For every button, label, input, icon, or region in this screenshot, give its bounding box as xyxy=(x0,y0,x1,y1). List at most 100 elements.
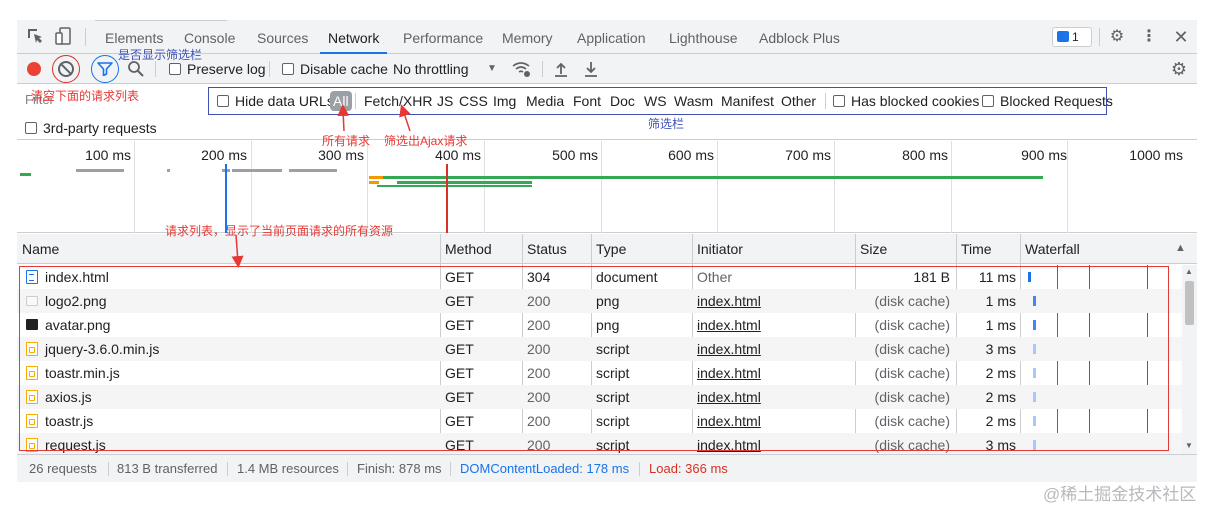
filter-type-all[interactable]: All xyxy=(330,91,352,111)
overview-timeline[interactable]: 100 ms 200 ms 300 ms 400 ms 500 ms 600 m… xyxy=(17,141,1197,233)
column-waterfall[interactable]: Waterfall xyxy=(1020,234,1080,264)
sort-ascending-icon[interactable]: ▲ xyxy=(1175,242,1186,254)
filter-bar: Filter Hide data URLs All Fetch/XHR JS C… xyxy=(17,84,1197,140)
column-size[interactable]: Size xyxy=(855,234,887,264)
filter-type-ws[interactable]: WS xyxy=(644,88,667,114)
overview-segment xyxy=(369,181,379,184)
blocked-requests-label: Blocked Requests xyxy=(1000,93,1113,109)
checkbox-icon xyxy=(169,63,181,75)
filter-type-media[interactable]: Media xyxy=(526,88,564,114)
more-options-icon[interactable]: ⋮ xyxy=(1139,27,1159,47)
disable-cache-checkbox[interactable]: Disable cache xyxy=(282,54,388,84)
annotation-clear-list: 清空下面的请求列表 xyxy=(31,89,140,103)
overview-tick: 700 ms xyxy=(785,147,831,163)
request-list-highlight xyxy=(19,266,1169,451)
scroll-up-icon[interactable]: ▲ xyxy=(1185,267,1193,276)
hide-data-urls-label: Hide data URLs xyxy=(235,93,334,109)
overview-tick: 600 ms xyxy=(668,147,714,163)
column-type[interactable]: Type xyxy=(591,234,626,264)
annotation-filter-toggle: 是否显示筛选栏 xyxy=(118,48,203,62)
filter-type-css[interactable]: CSS xyxy=(459,88,488,114)
has-blocked-cookies-label: Has blocked cookies xyxy=(851,93,980,109)
filter-type-wasm[interactable]: Wasm xyxy=(674,88,713,114)
filter-type-js[interactable]: JS xyxy=(437,88,453,114)
checkbox-icon xyxy=(982,95,994,107)
overview-segment xyxy=(377,185,532,187)
import-har-icon[interactable] xyxy=(554,61,568,77)
tab-memory[interactable]: Memory xyxy=(502,20,553,54)
close-icon[interactable]: ✕ xyxy=(1171,27,1191,47)
export-har-icon[interactable] xyxy=(584,61,598,77)
column-status[interactable]: Status xyxy=(522,234,567,264)
overview-segment xyxy=(76,169,124,172)
device-toolbar-icon[interactable] xyxy=(54,27,74,47)
record-button[interactable] xyxy=(27,62,41,76)
issues-button[interactable]: 1 xyxy=(1052,27,1092,47)
watermark: @稀土掘金技术社区 xyxy=(1043,485,1197,504)
network-settings-gear-icon[interactable]: ⚙ xyxy=(1169,59,1189,79)
tab-application[interactable]: Application xyxy=(577,20,646,54)
third-party-label: 3rd-party requests xyxy=(43,120,157,136)
overview-segment xyxy=(397,181,532,184)
overview-segment xyxy=(369,176,383,179)
filter-type-fetch-xhr[interactable]: Fetch/XHR xyxy=(364,88,432,114)
status-dom-content-loaded: DOMContentLoaded: 178 ms xyxy=(460,461,630,476)
column-initiator[interactable]: Initiator xyxy=(692,234,743,264)
preserve-log-label: Preserve log xyxy=(187,61,266,77)
overview-segment xyxy=(383,176,1043,179)
throttling-select[interactable]: No throttling xyxy=(393,54,468,84)
hide-data-urls-checkbox[interactable]: Hide data URLs xyxy=(217,88,334,114)
load-marker xyxy=(446,164,448,233)
column-time[interactable]: Time xyxy=(956,234,992,264)
checkbox-icon xyxy=(25,122,37,134)
overview-tick: 1000 ms xyxy=(1129,147,1183,163)
column-method[interactable]: Method xyxy=(440,234,492,264)
third-party-requests-checkbox[interactable]: 3rd-party requests xyxy=(25,118,157,138)
filter-type-img[interactable]: Img xyxy=(493,88,516,114)
overview-tick: 900 ms xyxy=(1021,147,1067,163)
has-blocked-cookies-checkbox[interactable]: Has blocked cookies xyxy=(833,88,979,114)
status-transferred: 813 B transferred xyxy=(117,461,218,476)
overview-segment xyxy=(232,169,282,172)
overview-segment xyxy=(20,173,31,176)
column-name[interactable]: Name xyxy=(17,234,59,264)
checkbox-icon xyxy=(833,95,845,107)
inspect-element-icon[interactable] xyxy=(25,27,45,47)
annotation-ajax-filter: 筛选出Ajax请求 xyxy=(384,134,468,148)
overview-tick: 300 ms xyxy=(318,147,364,163)
network-conditions-icon[interactable] xyxy=(511,60,531,78)
tab-sources[interactable]: Sources xyxy=(257,20,308,54)
scroll-down-icon[interactable]: ▼ xyxy=(1185,441,1193,450)
chevron-down-icon[interactable]: ▼ xyxy=(487,63,497,74)
filter-type-other[interactable]: Other xyxy=(781,88,816,114)
filter-icon[interactable] xyxy=(97,62,113,76)
overview-tick: 500 ms xyxy=(552,147,598,163)
overview-tick: 100 ms xyxy=(85,147,131,163)
filter-bar-highlight: Hide data URLs All Fetch/XHR JS CSS Img … xyxy=(208,87,1113,115)
disable-cache-label: Disable cache xyxy=(300,61,388,77)
overview-tick: 200 ms xyxy=(201,147,247,163)
status-load: Load: 366 ms xyxy=(649,461,728,476)
overview-segment xyxy=(167,169,170,172)
filter-type-font[interactable]: Font xyxy=(573,88,601,114)
filter-type-manifest[interactable]: Manifest xyxy=(721,88,774,114)
filter-type-doc[interactable]: Doc xyxy=(610,88,635,114)
clear-icon[interactable] xyxy=(58,61,74,77)
checkbox-icon xyxy=(282,63,294,75)
overview-segment xyxy=(289,169,337,172)
overview-tick: 800 ms xyxy=(902,147,948,163)
status-bar: 26 requests 813 B transferred 1.4 MB res… xyxy=(17,454,1197,482)
settings-gear-icon[interactable]: ⚙ xyxy=(1107,27,1127,47)
scrollbar-thumb[interactable] xyxy=(1185,281,1194,325)
tab-network[interactable]: Network xyxy=(320,20,388,54)
request-list-scrollbar[interactable]: ▲ ▼ xyxy=(1182,265,1197,454)
tab-performance[interactable]: Performance xyxy=(403,20,483,54)
tab-lighthouse[interactable]: Lighthouse xyxy=(669,20,738,54)
issues-count: 1 xyxy=(1072,30,1079,44)
status-resources: 1.4 MB resources xyxy=(237,461,339,476)
annotation-all-requests: 所有请求 xyxy=(322,134,371,148)
tab-adblock-plus[interactable]: Adblock Plus xyxy=(759,20,840,54)
checkbox-icon xyxy=(217,95,229,107)
status-finish: Finish: 878 ms xyxy=(357,461,442,476)
blocked-requests-checkbox[interactable]: Blocked Requests xyxy=(982,88,1113,114)
